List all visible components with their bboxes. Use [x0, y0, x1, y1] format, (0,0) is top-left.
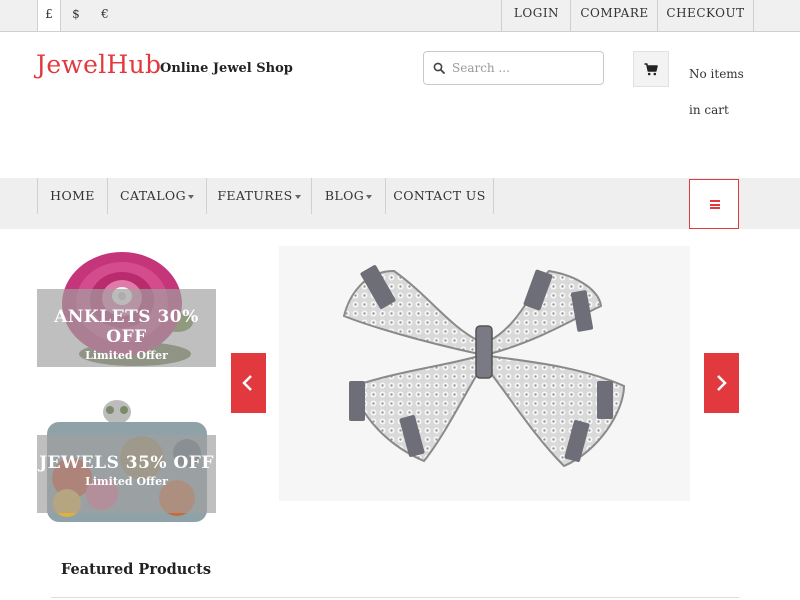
compare-link[interactable]: COMPARE [570, 0, 658, 31]
nav-features[interactable]: FEATURES [206, 178, 311, 214]
promo-subtitle: Limited Offer [85, 475, 168, 488]
nav-catalog-label: CATALOG [120, 188, 186, 203]
search-input[interactable] [452, 58, 600, 78]
nav-contact-label: CONTACT US [393, 188, 486, 203]
featured-products-heading: Featured Products [61, 561, 211, 578]
site-logo[interactable]: JewelHub [36, 50, 161, 79]
site-tagline: Online Jewel Shop [160, 61, 293, 76]
nav-contact-us[interactable]: CONTACT US [385, 178, 494, 214]
nav-home-label: HOME [50, 188, 95, 203]
nav-home[interactable]: HOME [37, 178, 107, 214]
promo-overlay: JEWELS 35% OFF Limited Offer [37, 435, 216, 513]
promo-overlay: ANKLETS 30% OFF Limited Offer [37, 289, 216, 367]
main-nav: HOME CATALOG FEATURES BLOG CONTACT US [0, 178, 800, 229]
cart-status: No items in cart [689, 67, 744, 117]
cart-button[interactable] [633, 51, 669, 87]
nav-features-label: FEATURES [217, 188, 293, 203]
currency-usd[interactable]: $ [66, 0, 86, 31]
cart-icon [644, 63, 658, 76]
bow-brooch-image [342, 265, 626, 468]
menu-toggle-button[interactable] [689, 179, 739, 229]
promo-headline: ANKLETS 30% OFF [54, 307, 199, 347]
nav-catalog[interactable]: CATALOG [107, 178, 206, 214]
slider-prev-button[interactable] [231, 353, 266, 413]
slider-next-button[interactable] [704, 353, 739, 413]
promo-banner-anklets[interactable]: ANKLETS 30% OFF Limited Offer [37, 244, 216, 370]
chevron-right-icon [717, 375, 727, 391]
chevron-left-icon [242, 375, 252, 391]
currency-gbp[interactable]: £ [37, 0, 61, 31]
nav-blog-label: BLOG [324, 188, 365, 203]
promo-headline: JEWELS 35% OFF [39, 453, 214, 473]
search-box[interactable] [423, 51, 604, 85]
currency-eur[interactable]: € [95, 0, 115, 31]
chevron-down-icon [187, 194, 194, 199]
chevron-down-icon [294, 194, 301, 199]
nav-blog[interactable]: BLOG [311, 178, 385, 214]
checkout-link[interactable]: CHECKOUT [657, 0, 754, 31]
search-icon[interactable] [433, 62, 445, 74]
chevron-down-icon [366, 194, 373, 199]
section-divider [51, 597, 739, 598]
hamburger-icon [710, 200, 720, 209]
promo-banner-jewels[interactable]: JEWELS 35% OFF Limited Offer [37, 398, 216, 532]
login-link[interactable]: LOGIN [501, 0, 571, 31]
hero-slide [279, 246, 690, 501]
promo-subtitle: Limited Offer [85, 349, 168, 362]
top-bar: £ $ € LOGIN COMPARE CHECKOUT [0, 0, 800, 32]
